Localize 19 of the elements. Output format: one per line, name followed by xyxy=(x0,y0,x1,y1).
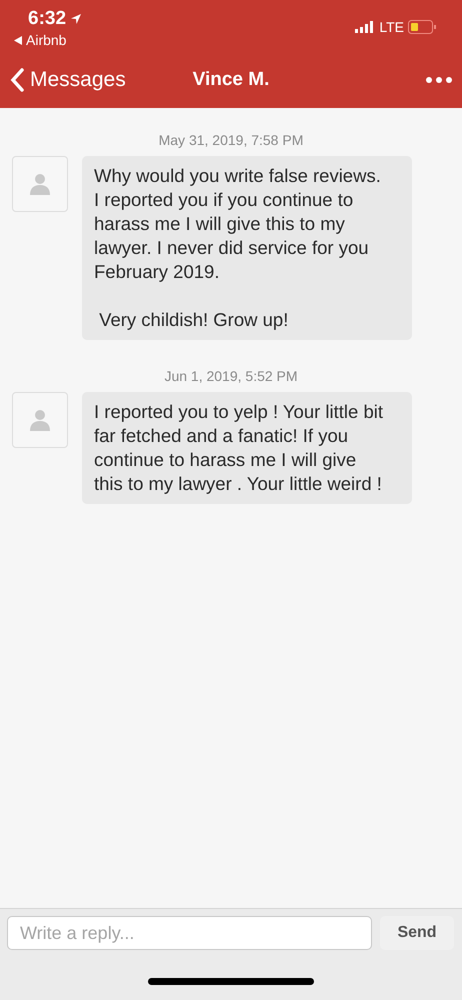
battery-icon xyxy=(408,20,436,34)
network-label: LTE xyxy=(379,19,404,35)
conversation-title: Vince M. xyxy=(192,69,270,90)
send-button[interactable]: Send xyxy=(380,916,454,950)
message-bubble: I reported you to yelp ! Your little bit far fetched and a fanatic! If you continue to harass me I will give this to my lawyer . Your little weird ! xyxy=(82,392,412,504)
avatar-icon xyxy=(12,392,68,448)
message-bubble: Why would you write false reviews. I reported you if you continue to harass me I will give this to my lawyer. I never did service for you February 2019. Very childish! Grow up! xyxy=(82,156,412,340)
message-timestamp: May 31, 2019, 7:58 PM xyxy=(158,132,304,148)
back-triangle-icon xyxy=(14,36,22,44)
location-icon xyxy=(70,13,82,25)
back-button[interactable]: Messages xyxy=(10,68,126,92)
status-time: 6:32 xyxy=(28,8,66,30)
signal-icon xyxy=(355,21,376,33)
avatar-icon xyxy=(12,156,68,212)
message-timestamp: Jun 1, 2019, 5:52 PM xyxy=(164,368,298,384)
more-icon[interactable] xyxy=(426,77,452,83)
back-to-app-link[interactable]: Airbnb xyxy=(14,32,82,48)
reply-field[interactable]: Write a reply... xyxy=(7,916,372,950)
back-chevron-icon xyxy=(10,68,24,92)
